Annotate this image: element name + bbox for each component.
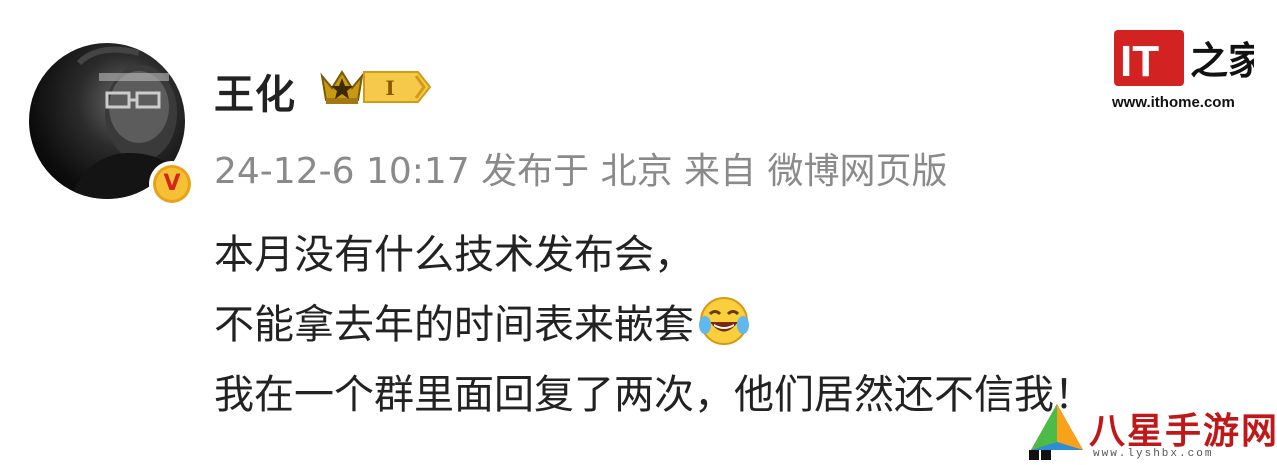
post-text: 本月没有什么技术发布会， <box>214 232 694 278</box>
site-watermark: 八星手游网 www.lyshbx.com <box>1025 400 1277 465</box>
post-meta[interactable]: 24-12-6 10:17 发布于 北京 来自 微博网页版 <box>214 142 947 194</box>
post-text-line-3: 我在一个群里面回复了两次，他们居然还不信我！ <box>214 362 1094 420</box>
laughing-crying-emoji-icon <box>699 297 749 345</box>
ithome-watermark: IT 之家 www.ithome.com <box>1110 30 1260 115</box>
post-text: 我在一个群里面回复了两次，他们居然还不信我！ <box>214 372 1094 418</box>
ithome-url: www.ithome.com <box>1112 94 1235 111</box>
verified-badge: V <box>149 161 195 207</box>
svg-text:之家: 之家 <box>1190 39 1254 83</box>
svg-text:IT: IT <box>1120 37 1159 86</box>
author-name[interactable]: 王化 <box>214 62 296 120</box>
site-url: www.lyshbx.com <box>1093 448 1214 460</box>
site-logo-icon <box>1029 404 1083 460</box>
verified-v-icon: V <box>156 168 188 200</box>
ithome-logo-icon: IT 之家 <box>1114 30 1254 86</box>
post-text-line-1: 本月没有什么技术发布会， <box>214 222 694 280</box>
avatar-container[interactable]: V <box>29 43 195 207</box>
post-text-line-2: 不能拿去年的时间表来嵌套 <box>214 292 750 350</box>
site-title: 八星手游网 <box>1089 411 1277 452</box>
weibo-post: V 王化 I 24-12-6 10:17 发布于 北京 来自 微博网页版 本月没… <box>0 0 1277 465</box>
vip-crown-icon[interactable]: I <box>318 64 434 110</box>
level-label: I <box>385 76 394 100</box>
post-text: 不能拿去年的时间表来嵌套 <box>214 302 694 348</box>
